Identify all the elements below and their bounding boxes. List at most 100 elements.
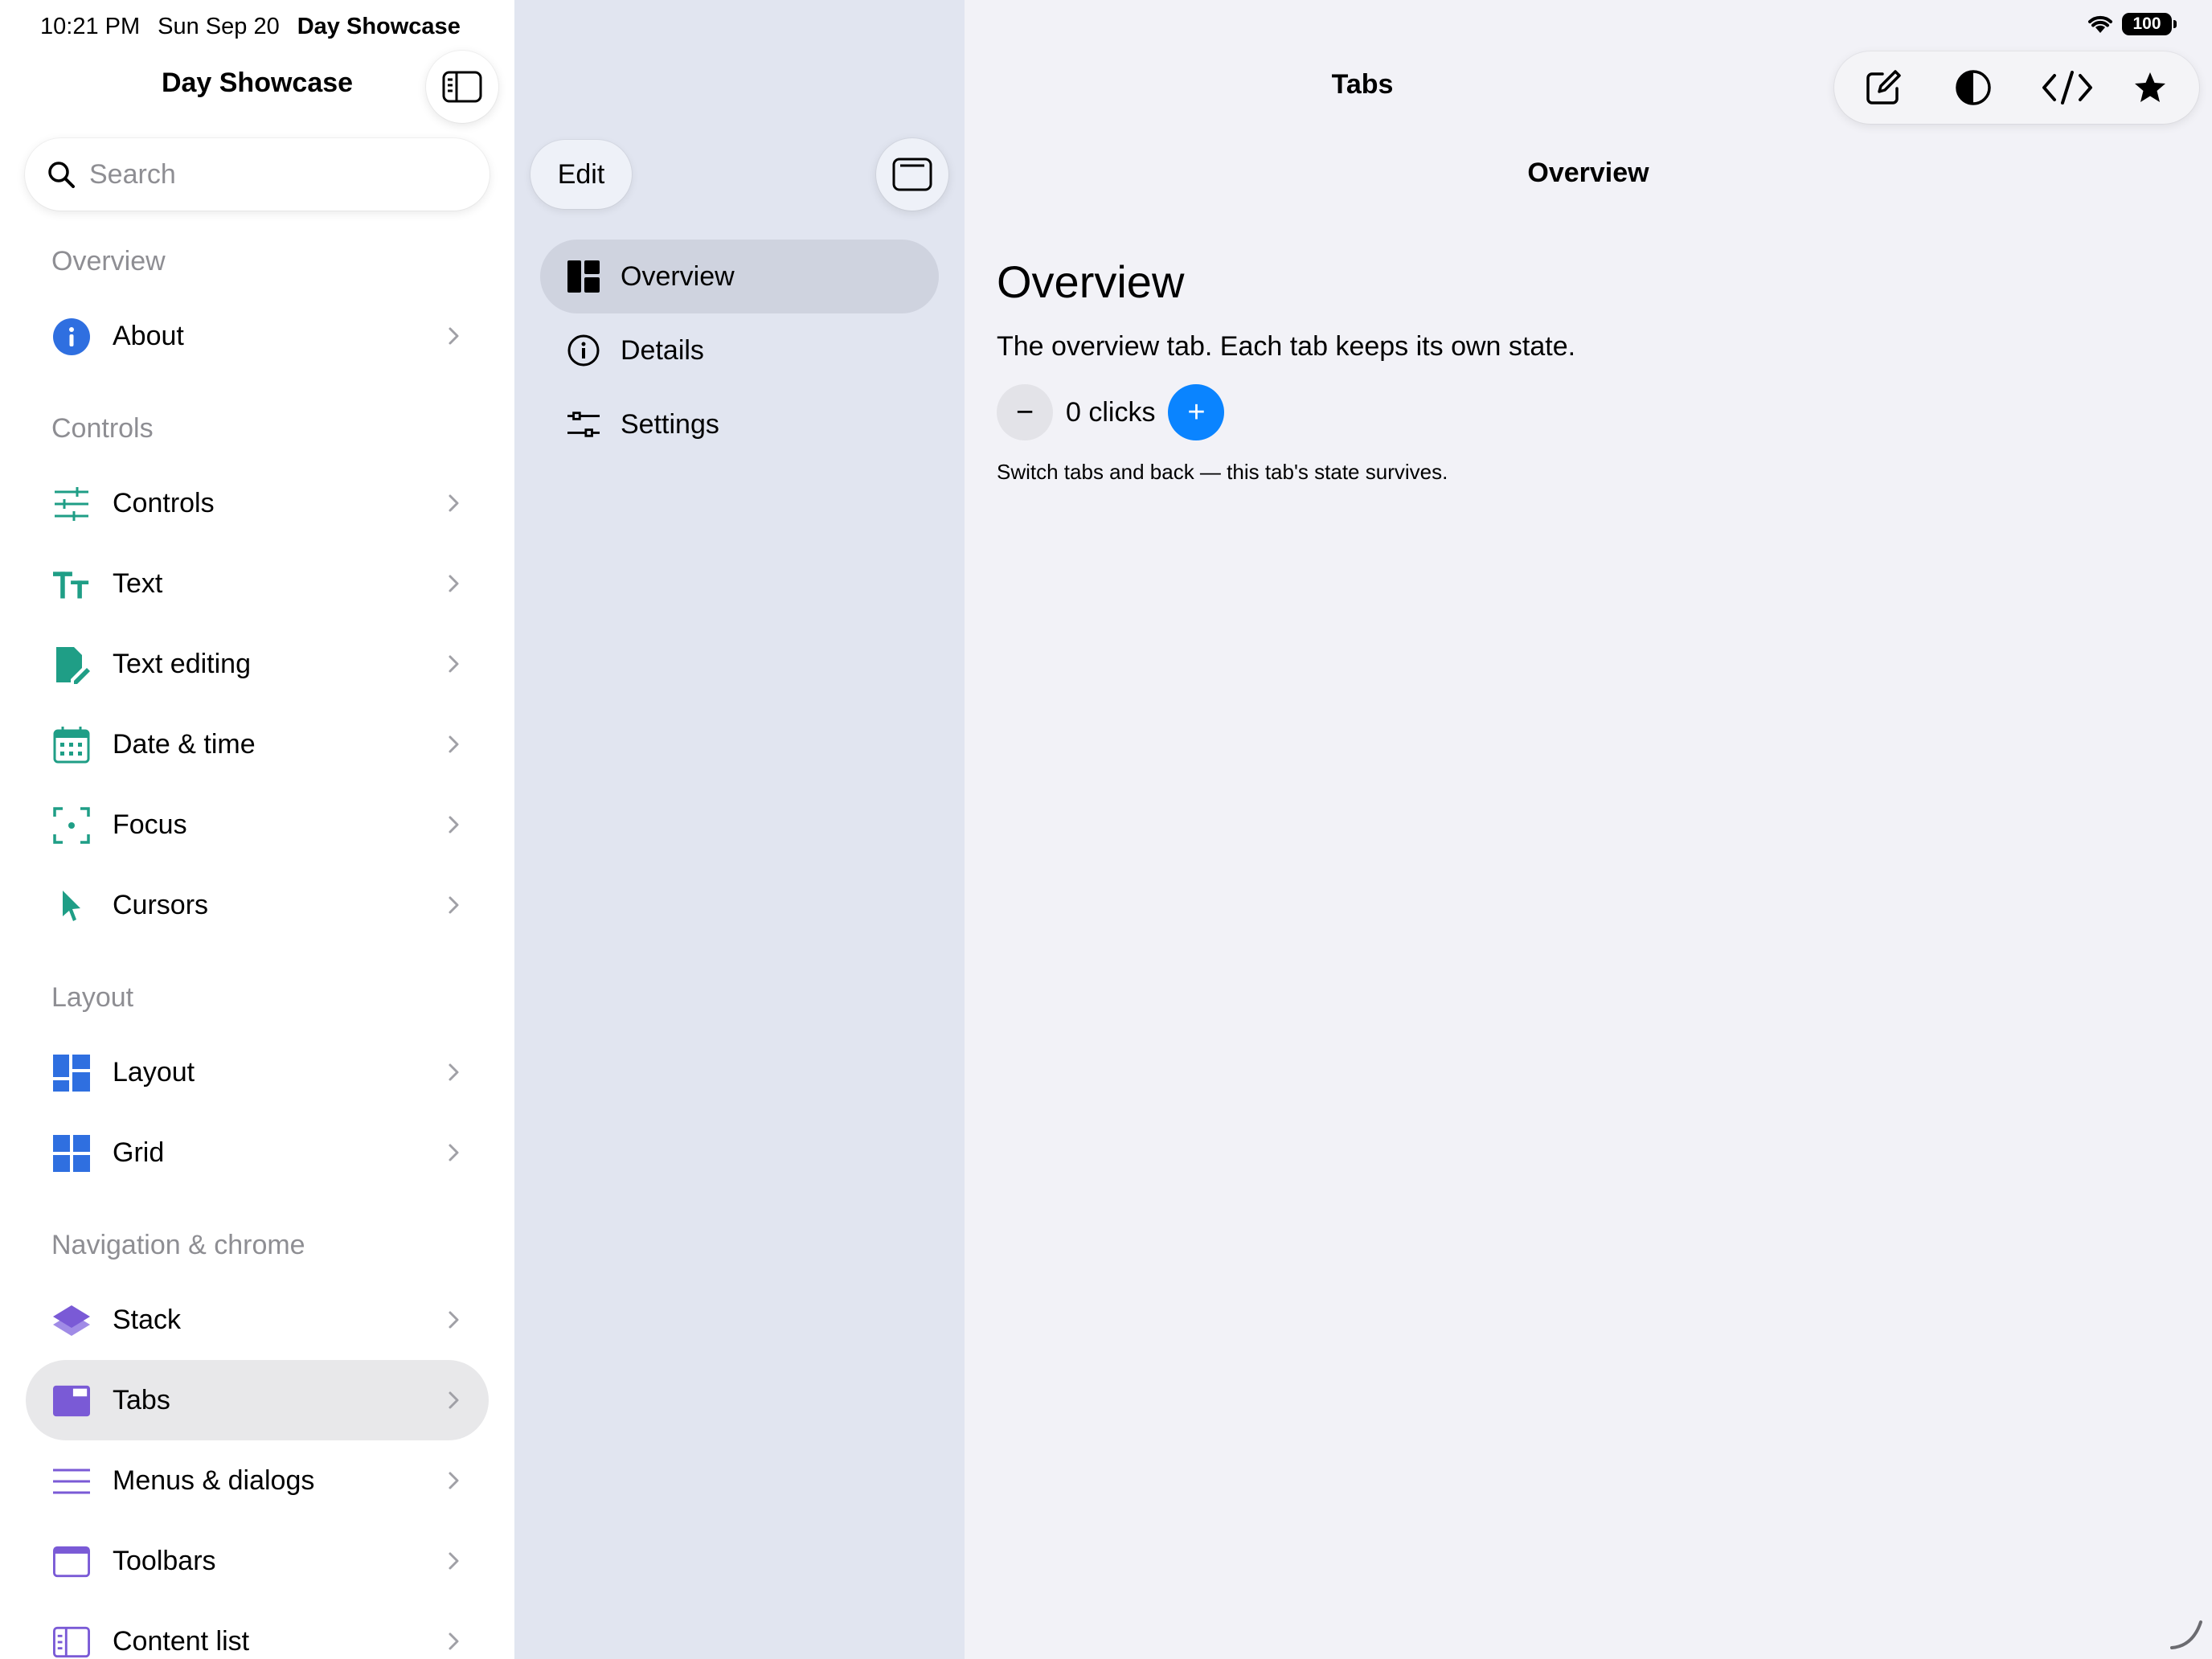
status-app-name: Day Showcase: [297, 13, 461, 39]
chevron-right-icon: [449, 1632, 459, 1650]
status-bar-left: 10:21 PM Sun Sep 20 Day Showcase: [40, 11, 461, 42]
section-header-controls: Controls: [51, 413, 154, 444]
wifi-icon: [2088, 15, 2112, 33]
sidebar-item-stack[interactable]: Stack: [26, 1280, 489, 1360]
stack-layers-icon: [53, 1302, 90, 1339]
sidebar-item-text-editing[interactable]: Text editing: [26, 624, 489, 704]
tab-details[interactable]: Details: [540, 313, 939, 387]
sidebar-item-label: Date & time: [113, 728, 256, 760]
chevron-right-icon: [449, 494, 459, 512]
sidebar-item-label: About: [113, 320, 184, 351]
status-time: 10:21 PM: [40, 13, 141, 39]
sidebar: 10:21 PM Sun Sep 20 Day Showcase Day Sho…: [0, 0, 514, 1659]
chevron-right-icon: [449, 896, 459, 914]
dashboard-icon: [567, 260, 600, 293]
sidebar-item-text[interactable]: Text: [26, 543, 489, 624]
focus-icon: [53, 807, 90, 844]
page-heading: Overview: [997, 256, 1185, 307]
sidebar-item-grid[interactable]: Grid: [26, 1112, 489, 1193]
sidebar-item-label: Tabs: [113, 1384, 170, 1415]
sidebar-item-label: Stack: [113, 1304, 182, 1335]
sidebar-item-label: Toolbars: [113, 1545, 216, 1576]
description-text: The overview tab. Each tab keeps its own…: [997, 331, 1576, 362]
resize-handle-icon[interactable]: [2169, 1616, 2204, 1651]
toolbar: [1834, 51, 2199, 124]
edit-button[interactable]: Edit: [530, 140, 632, 209]
sliders-icon: [53, 485, 90, 522]
info-circle-icon: [567, 334, 600, 367]
sidebar-item-label: Text: [113, 567, 163, 599]
tab-label: Settings: [621, 408, 719, 440]
sidebar-item-content-list[interactable]: Content list: [26, 1601, 489, 1659]
status-date: Sun Sep 20: [158, 13, 280, 39]
sidebar-item-label: Controls: [113, 487, 215, 518]
sidebar-item-toolbars[interactable]: Toolbars: [26, 1521, 489, 1601]
tabs-window-icon: [53, 1382, 90, 1419]
state-note: Switch tabs and back — this tab's state …: [997, 460, 1448, 484]
nav-title: Tabs: [1331, 69, 1394, 100]
content-list-icon: [53, 1624, 90, 1659]
toggle-sidebar-button[interactable]: [426, 51, 498, 123]
detail-pane: 100 Tabs Overview Overview The overview …: [965, 0, 2212, 1659]
chevron-right-icon: [449, 735, 459, 753]
click-count-label: 0 clicks: [1066, 396, 1156, 428]
grid-icon: [53, 1135, 90, 1172]
sidebar-item-focus[interactable]: Focus: [26, 784, 489, 865]
chevron-right-icon: [449, 1144, 459, 1161]
menu-lines-icon: [53, 1463, 90, 1500]
sidebar-item-label: Grid: [113, 1137, 165, 1168]
chevron-right-icon: [449, 1552, 459, 1570]
tab-list-column: Edit Overview Details Settings: [514, 0, 965, 1659]
cursor-arrow-icon: [53, 887, 90, 924]
calendar-icon: [53, 727, 90, 764]
search-icon: [48, 162, 75, 188]
layout-icon: [53, 1055, 90, 1092]
chevron-right-icon: [449, 575, 459, 592]
text-size-icon: [53, 566, 90, 603]
decrement-button[interactable]: −: [997, 384, 1053, 440]
code-button[interactable]: [2038, 66, 2096, 109]
tab-settings[interactable]: Settings: [540, 387, 939, 461]
tab-overview[interactable]: Overview: [540, 240, 939, 313]
sidebar-item-menus-dialogs[interactable]: Menus & dialogs: [26, 1440, 489, 1521]
sidebar-item-label: Text editing: [113, 648, 251, 679]
search-input[interactable]: [89, 158, 475, 190]
appearance-toggle-button[interactable]: [1952, 66, 1995, 109]
sidebar-item-layout[interactable]: Layout: [26, 1032, 489, 1112]
compose-button[interactable]: [1862, 66, 1905, 109]
tab-label: Details: [621, 334, 704, 366]
favorite-button[interactable]: [2128, 66, 2172, 109]
battery-indicator: 100: [2122, 13, 2177, 35]
chevron-right-icon: [449, 1311, 459, 1329]
sidebar-item-date-time[interactable]: Date & time: [26, 704, 489, 784]
section-header-navigation: Navigation & chrome: [51, 1230, 305, 1260]
increment-button[interactable]: +: [1168, 384, 1225, 440]
status-bar-right: 100: [2087, 13, 2177, 35]
compose-icon: [1866, 70, 1901, 104]
sidebar-item-label: Menus & dialogs: [113, 1464, 315, 1496]
chevron-right-icon: [449, 1472, 459, 1489]
document-edit-icon: [53, 646, 90, 684]
click-counter: − 0 clicks +: [997, 384, 1225, 440]
chevron-right-icon: [449, 1391, 459, 1409]
sidebar-item-label: Cursors: [113, 889, 209, 920]
info-icon: [53, 318, 90, 355]
code-icon: [2042, 71, 2092, 104]
sliders-icon: [567, 408, 600, 440]
sidebar-item-tabs[interactable]: Tabs: [26, 1360, 489, 1440]
chevron-right-icon: [449, 816, 459, 834]
sidebar-item-label: Layout: [113, 1056, 195, 1088]
window-icon: [892, 158, 932, 191]
tab-content-title: Overview: [1527, 158, 1649, 188]
section-header-layout: Layout: [51, 982, 134, 1013]
sidebar-item-controls[interactable]: Controls: [26, 463, 489, 543]
sidebar-item-label: Content list: [113, 1625, 250, 1657]
toolbar-window-icon: [53, 1543, 90, 1580]
section-header-overview: Overview: [51, 246, 166, 276]
window-toggle-button[interactable]: [876, 138, 948, 211]
sidebar-item-cursors[interactable]: Cursors: [26, 865, 489, 945]
sidebar-item-about[interactable]: About: [26, 296, 489, 376]
chevron-right-icon: [449, 655, 459, 673]
search-field[interactable]: [25, 138, 490, 211]
sidebar-item-label: Focus: [113, 809, 187, 840]
